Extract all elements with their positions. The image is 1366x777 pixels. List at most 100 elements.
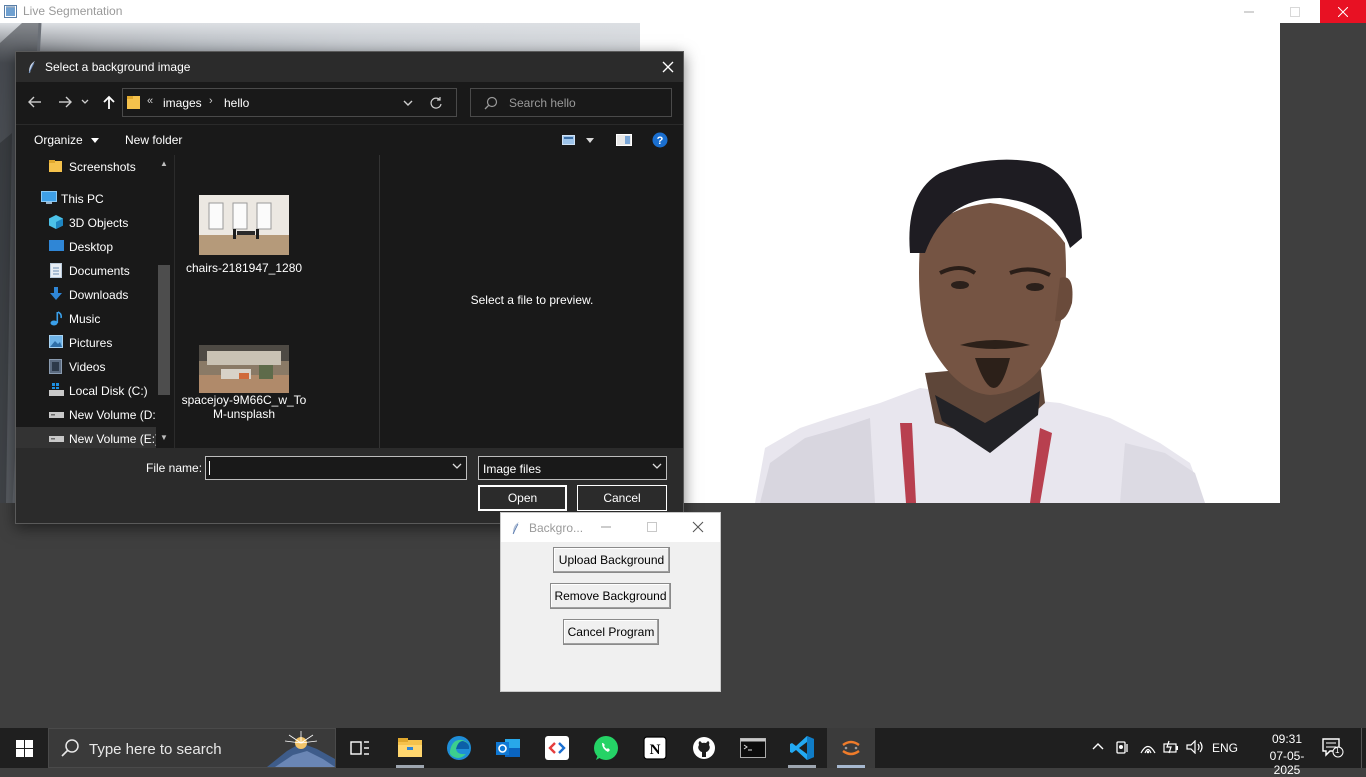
nav-item-this-pc[interactable]: This PC xyxy=(16,187,174,211)
bg-window-close-button[interactable] xyxy=(692,521,704,533)
main-window-title: Live Segmentation xyxy=(23,4,123,18)
preview-pane-icon xyxy=(616,134,632,146)
dialog-close-button[interactable] xyxy=(656,58,680,76)
taskbar-app-vscode[interactable] xyxy=(778,728,826,768)
preview-pane-button[interactable] xyxy=(616,133,632,147)
github-icon xyxy=(693,737,715,759)
taskbar-app-python-tk[interactable] xyxy=(827,728,875,768)
notion-icon: N xyxy=(643,736,667,760)
image-thumbnail xyxy=(199,195,289,255)
file-name-history-button[interactable] xyxy=(452,463,462,469)
nav-item-new-volume-d[interactable]: New Volume (D: xyxy=(16,403,174,427)
taskbar-app-file-explorer[interactable] xyxy=(386,728,434,768)
back-button[interactable] xyxy=(26,93,44,111)
file-open-dialog: Select a background image « images › hel… xyxy=(15,51,684,524)
refresh-icon xyxy=(430,97,442,109)
refresh-button[interactable] xyxy=(429,96,443,110)
start-button[interactable] xyxy=(0,728,48,768)
nav-item-screenshots[interactable]: Screenshots xyxy=(16,155,174,179)
wifi-icon[interactable] xyxy=(1140,740,1156,754)
battery-icon[interactable] xyxy=(1163,740,1181,754)
nav-item-documents[interactable]: Documents xyxy=(16,259,174,283)
breadcrumb-separator-icon: › xyxy=(209,95,213,107)
recent-locations-button[interactable] xyxy=(80,93,90,111)
cancel-program-button[interactable]: Cancel Program xyxy=(563,619,659,645)
code-app-icon xyxy=(545,736,569,760)
change-view-button[interactable] xyxy=(562,134,594,146)
show-desktop-button[interactable] xyxy=(1361,728,1366,768)
whatsapp-icon xyxy=(594,736,618,760)
upload-background-button[interactable]: Upload Background xyxy=(553,547,670,573)
scroll-up-arrow-icon[interactable]: ▲ xyxy=(160,159,168,168)
clock-time[interactable]: 09:31 xyxy=(1263,732,1311,746)
taskbar-app-code[interactable] xyxy=(533,728,581,768)
address-bar[interactable]: « images › hello xyxy=(122,88,457,117)
nav-item-desktop[interactable]: Desktop xyxy=(16,235,174,259)
nav-item-music[interactable]: Music xyxy=(16,307,174,331)
breadcrumb-overflow[interactable]: « xyxy=(147,95,153,107)
maximize-icon xyxy=(647,522,657,532)
segmented-person xyxy=(755,159,1205,503)
forward-button[interactable] xyxy=(56,93,74,111)
python-tk-icon xyxy=(842,740,860,756)
organize-menu[interactable]: Organize xyxy=(34,133,100,147)
help-button[interactable]: ? xyxy=(652,132,668,148)
taskbar-app-notion[interactable]: N xyxy=(631,728,679,768)
taskbar: Type here to search N ENG 09:31 07-05-20… xyxy=(0,728,1366,777)
cube-icon xyxy=(49,215,63,229)
task-view-button[interactable] xyxy=(336,728,384,768)
minimize-icon xyxy=(601,526,611,528)
scrollbar-thumb[interactable] xyxy=(158,265,170,395)
input-language-indicator[interactable]: ENG xyxy=(1212,741,1238,755)
show-hidden-icons-button[interactable] xyxy=(1092,742,1104,750)
music-icon xyxy=(50,311,62,326)
taskbar-app-edge[interactable] xyxy=(435,728,483,768)
nav-item-new-volume-e[interactable]: New Volume (E:) xyxy=(16,427,174,448)
bg-window-minimize-button[interactable] xyxy=(601,526,611,528)
notification-icon xyxy=(1322,738,1344,758)
app-icon xyxy=(4,5,17,18)
cancel-button[interactable]: Cancel xyxy=(577,485,667,511)
taskbar-app-github[interactable] xyxy=(680,728,728,768)
breadcrumb-item-hello[interactable]: hello xyxy=(224,96,249,110)
dialog-toolbar: Organize New folder ? xyxy=(16,124,683,155)
new-folder-button[interactable]: New folder xyxy=(125,133,182,147)
vscode-icon xyxy=(790,736,814,760)
computer-icon xyxy=(41,191,57,205)
file-name-input[interactable] xyxy=(205,456,467,480)
nav-item-videos[interactable]: Videos xyxy=(16,355,174,379)
open-button[interactable]: Open xyxy=(478,485,567,511)
taskbar-app-whatsapp[interactable] xyxy=(582,728,630,768)
camera-in-use-icon[interactable] xyxy=(1116,740,1130,756)
remove-background-button[interactable]: Remove Background xyxy=(550,583,671,609)
nav-item-3d-objects[interactable]: 3D Objects xyxy=(16,211,174,235)
action-center-button[interactable]: 1 xyxy=(1322,738,1344,758)
taskbar-search-box[interactable]: Type here to search xyxy=(48,728,336,768)
taskbar-app-terminal[interactable] xyxy=(729,728,777,768)
nav-item-pictures[interactable]: Pictures xyxy=(16,331,174,355)
speaker-icon[interactable] xyxy=(1186,740,1204,754)
file-name: chairs-2181947_1280 xyxy=(185,261,303,275)
address-dropdown-button[interactable] xyxy=(403,100,413,106)
nav-item-downloads[interactable]: Downloads xyxy=(16,283,174,307)
chevron-down-icon xyxy=(452,463,462,469)
taskbar-app-outlook[interactable] xyxy=(484,728,532,768)
folder-icon xyxy=(49,159,63,173)
maximize-button[interactable] xyxy=(1272,0,1318,23)
scroll-down-arrow-icon[interactable]: ▼ xyxy=(160,433,168,442)
videos-icon xyxy=(49,359,62,374)
navigation-scrollbar[interactable]: ▲ ▼ xyxy=(156,155,174,448)
clock-date[interactable]: 07-05-2025 xyxy=(1258,749,1316,777)
breadcrumb-item-images[interactable]: images xyxy=(163,96,202,110)
nav-item-local-disk-c[interactable]: Local Disk (C:) xyxy=(16,379,174,403)
file-type-select[interactable]: Image files xyxy=(478,456,667,480)
search-box[interactable] xyxy=(470,88,672,117)
close-button[interactable] xyxy=(1320,0,1366,23)
search-input[interactable] xyxy=(507,94,667,112)
minimize-button[interactable] xyxy=(1226,0,1272,23)
help-icon: ? xyxy=(652,132,668,148)
bg-window-title: Backgro... xyxy=(529,521,584,535)
outlook-icon xyxy=(496,739,520,757)
bg-window-maximize-button[interactable] xyxy=(647,522,657,532)
up-button[interactable] xyxy=(100,93,118,111)
